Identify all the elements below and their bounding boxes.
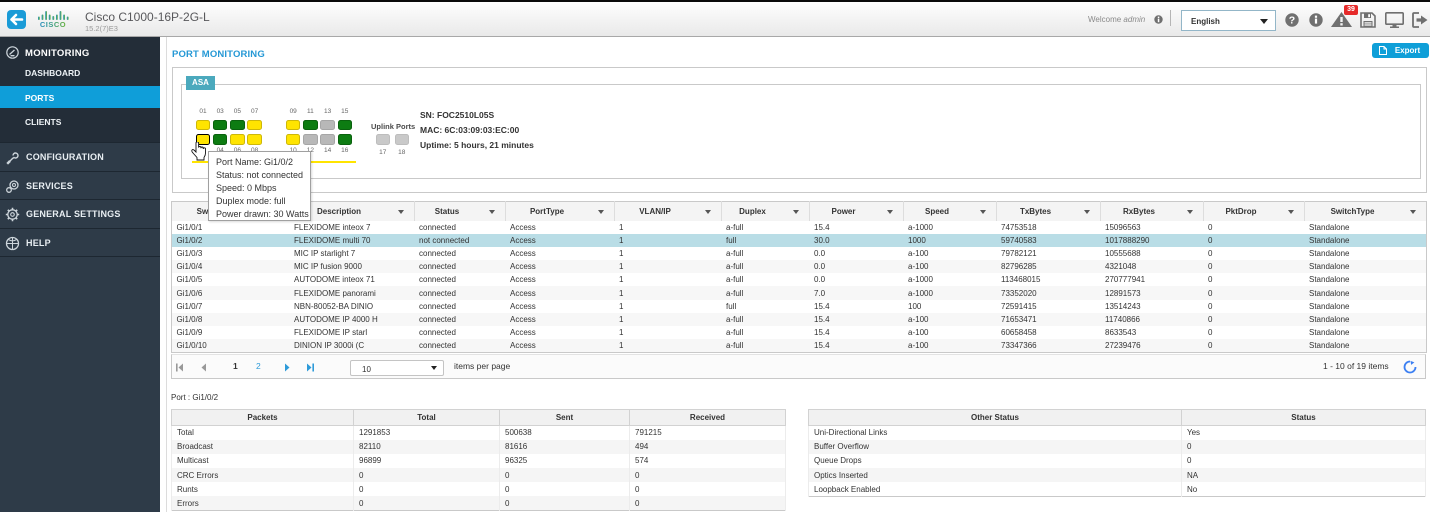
svg-text:?: ?: [1289, 15, 1295, 27]
svg-text:CISCO: CISCO: [40, 20, 66, 28]
